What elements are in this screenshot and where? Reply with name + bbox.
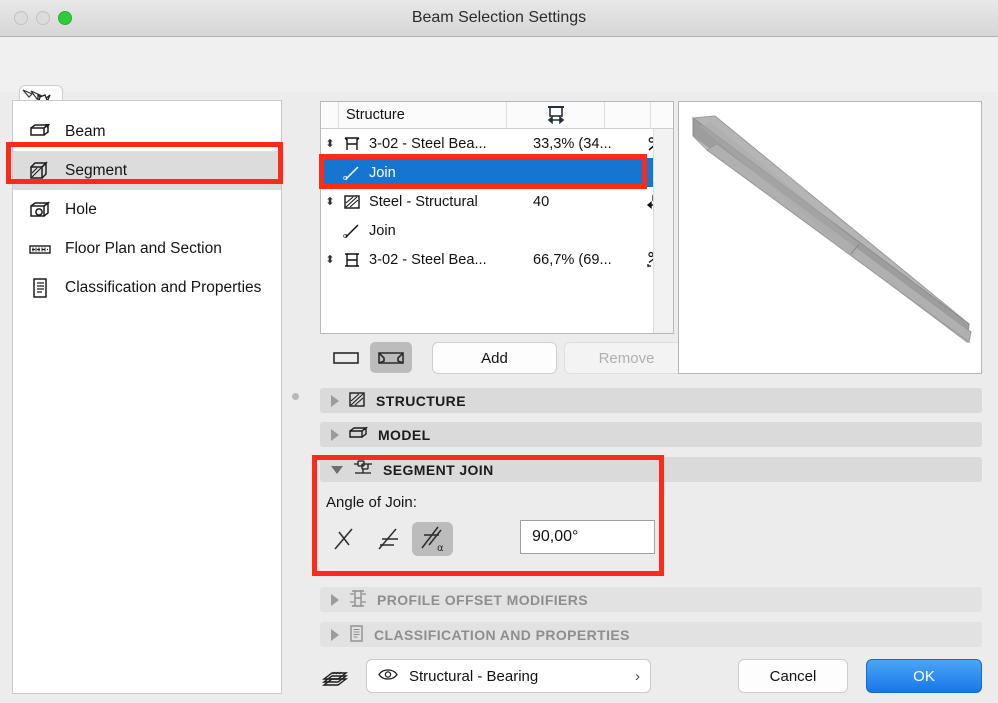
ok-button[interactable]: OK xyxy=(866,659,982,693)
settings-nav-pane: Beam Segment xyxy=(12,100,282,694)
segment-join-icon xyxy=(352,459,374,481)
row-value: 40 xyxy=(533,194,639,210)
structure-list-scrollbar[interactable] xyxy=(653,129,673,333)
sidebar-item-beam[interactable]: Beam xyxy=(13,112,281,151)
section-structure[interactable]: STRUCTURE xyxy=(320,388,982,413)
svg-text:α: α xyxy=(343,232,348,240)
svg-text:α: α xyxy=(437,543,444,554)
settings-nav-list: Beam Segment xyxy=(13,101,281,307)
column-header-drag xyxy=(321,102,339,129)
detail-view-icon[interactable] xyxy=(370,342,412,373)
pen-layer-combo[interactable]: Structural - Bearing › xyxy=(366,659,651,693)
row-name: Steel - Structural xyxy=(365,194,533,210)
drag-handle-icon[interactable]: ⬍ xyxy=(321,195,339,208)
simple-view-icon[interactable] xyxy=(325,342,367,373)
sidebar-item-classification-and-properties[interactable]: Classification and Properties xyxy=(13,268,281,307)
section-label: MODEL xyxy=(378,427,431,443)
angle-of-join-label: Angle of Join: xyxy=(326,494,417,511)
column-header-width-icon[interactable] xyxy=(507,102,605,129)
sidebar-item-segment[interactable]: Segment xyxy=(13,151,281,190)
beam-3d-preview[interactable] xyxy=(678,101,982,374)
join-angle-icon: α xyxy=(339,164,365,182)
row-name: Join xyxy=(365,165,533,181)
sidebar-item-floor-plan-and-section[interactable]: Floor Plan and Section xyxy=(13,229,281,268)
settings-content-pane: Structure ⬍ xyxy=(304,92,998,703)
drag-handle-icon[interactable]: ⬍ xyxy=(321,253,339,266)
row-name: Join xyxy=(365,223,533,239)
header-bar: Selected: 1 Editable: 1 xyxy=(0,37,998,92)
chevron-right-icon xyxy=(331,429,339,441)
beam-selection-settings-window: Beam Selection Settings Selected: 1 Edit… xyxy=(0,0,998,703)
row-value: 66,7% (69... xyxy=(533,252,639,268)
sidebar-item-label: Hole xyxy=(65,201,97,219)
section-label: STRUCTURE xyxy=(376,393,466,409)
section-label: CLASSIFICATION AND PROPERTIES xyxy=(374,627,630,643)
hole-icon xyxy=(27,199,53,221)
hatch-icon xyxy=(348,391,367,411)
add-button[interactable]: Add xyxy=(432,342,557,374)
pen-layer-value: Structural - Bearing xyxy=(409,668,538,685)
section-model[interactable]: MODEL xyxy=(320,422,982,447)
sidebar-item-label: Floor Plan and Section xyxy=(65,240,222,258)
chevron-right-icon[interactable]: › xyxy=(635,668,640,685)
cancel-button[interactable]: Cancel xyxy=(738,659,848,693)
section-label: SEGMENT JOIN xyxy=(383,462,494,478)
i-beam-icon xyxy=(339,135,365,153)
sidebar-item-label: Segment xyxy=(65,162,127,180)
sidebar-item-hole[interactable]: Hole xyxy=(13,190,281,229)
table-row[interactable]: ⬍ Steel - Structural 40 xyxy=(321,187,673,216)
structure-list[interactable]: Structure ⬍ xyxy=(320,101,674,334)
join-perpendicular-icon[interactable] xyxy=(324,522,365,556)
structure-rows: ⬍ 3-02 - Steel Bea... 33,3% (34... xyxy=(321,129,673,274)
dialog-footer: Structural - Bearing › Cancel OK xyxy=(304,659,998,695)
angle-of-join-input[interactable]: 90,00° xyxy=(520,520,655,554)
segment-join-panel: Angle of Join: xyxy=(320,490,982,570)
classification-icon xyxy=(348,624,365,646)
layers-icon[interactable] xyxy=(320,663,354,691)
model-box-icon xyxy=(348,425,369,444)
window-titlebar: Beam Selection Settings xyxy=(0,0,998,37)
hatch-icon xyxy=(339,194,365,210)
section-profile-offset-modifiers[interactable]: PROFILE OFFSET MODIFIERS xyxy=(320,587,982,612)
row-value: 33,3% (34... xyxy=(533,136,639,152)
column-header-scroll xyxy=(651,102,673,129)
svg-text:α: α xyxy=(343,174,348,182)
column-header-extra xyxy=(605,102,651,129)
column-header-structure[interactable]: Structure xyxy=(339,102,507,129)
join-angle-icon: α xyxy=(339,222,365,240)
table-row[interactable]: α Join xyxy=(321,216,673,245)
row-name: 3-02 - Steel Bea... xyxy=(365,252,533,268)
sidebar-item-label: Classification and Properties xyxy=(65,279,261,297)
join-custom-angle-icon[interactable]: α xyxy=(412,522,453,556)
table-row[interactable]: ⬍ 3-02 - Steel Bea... 66,7% (69... xyxy=(321,245,673,274)
structure-list-toolbar: Add Remove xyxy=(320,342,674,374)
classification-icon xyxy=(27,277,53,299)
eye-icon xyxy=(377,667,399,686)
remove-button[interactable]: Remove xyxy=(564,342,689,374)
section-segment-join[interactable]: SEGMENT JOIN xyxy=(320,457,982,482)
structure-row-join[interactable]: α Join xyxy=(321,158,673,187)
row-name: 3-02 - Steel Bea... xyxy=(365,136,533,152)
beam-icon xyxy=(27,121,53,143)
structure-list-header: Structure xyxy=(321,102,673,129)
pane-splitter-handle[interactable] xyxy=(292,393,299,400)
drag-handle-icon[interactable]: ⬍ xyxy=(321,137,339,150)
chevron-right-icon xyxy=(331,395,339,407)
chevron-right-icon xyxy=(331,594,339,606)
chevron-right-icon xyxy=(331,629,339,641)
section-label: PROFILE OFFSET MODIFIERS xyxy=(377,592,588,608)
segment-icon xyxy=(27,160,53,182)
i-beam-icon xyxy=(339,251,365,269)
sidebar-item-label: Beam xyxy=(65,123,106,141)
window-title: Beam Selection Settings xyxy=(0,9,998,27)
section-classification-and-properties[interactable]: CLASSIFICATION AND PROPERTIES xyxy=(320,622,982,647)
floor-plan-icon xyxy=(27,238,53,260)
chevron-down-icon xyxy=(331,466,343,474)
table-row[interactable]: ⬍ 3-02 - Steel Bea... 33,3% (34... xyxy=(321,129,673,158)
profile-offset-icon xyxy=(348,589,368,611)
join-horizontal-icon[interactable] xyxy=(368,522,409,556)
